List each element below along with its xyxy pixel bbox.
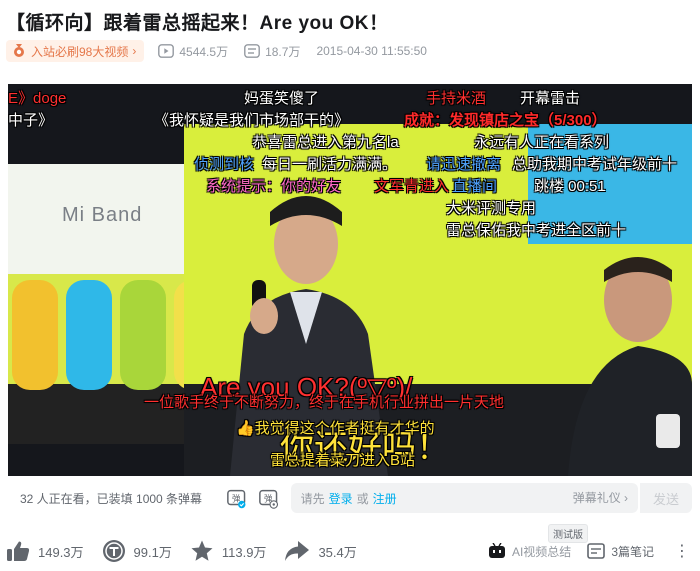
danmaku-input[interactable]: 请先 登录 或 注册 弹幕礼仪 › [290,483,639,513]
danmaku-etiquette-link[interactable]: 弹幕礼仪 › [573,483,628,513]
video-title: 【循环向】跟着雷总摇起来！Are you OK！ [6,13,389,34]
danmaku-comment: 一位歌手终于不断努力，终于在手机行业拼出一片天地 [144,394,505,411]
danmaku-comment: 文军青进入 [374,178,450,195]
danmaku-comment: 总助我期中考试年级前十 [512,156,678,173]
danmaku-comment: 每日一刷活力满满。 [262,156,398,173]
publish-time: 2015-04-30 11:55:50 [316,44,427,58]
notes-icon [587,543,606,559]
play-count-icon [158,44,175,58]
danmaku-icon [244,44,260,58]
danmaku-comment: 中子》 [8,112,54,129]
danmaku-comment: 《我怀疑是我们市场部干的》 [154,112,350,129]
publish-time-value: 2015-04-30 11:55:50 [316,44,427,58]
coin-count: 99.1万 [133,544,172,560]
danmaku-count: 18.7万 [244,43,300,60]
danmaku-comment: 雷总保佑我中考进全区前十 [446,222,627,239]
favorite-button[interactable]: 113.9万 [190,539,267,563]
thumbs-up-icon [7,541,30,561]
danmaku-count-value: 18.7万 [265,44,301,59]
danmaku-comment: 雷总提着菜刀进入B站 [270,452,416,469]
danmaku-comment: 成就：发现镇店之宝（5/300） [404,112,607,129]
share-arrow-icon [285,541,310,561]
danmaku-comment: 妈蛋笑傻了 [244,90,320,107]
danmaku-comment: 手持米酒 [426,90,487,107]
danmaku-comment: 恭喜雷总进入第九名la [252,134,399,151]
product-label: Mi Band [62,204,143,226]
medal-icon [14,44,24,57]
rank-badge-label: 入站必刷98大视频 [31,44,129,59]
danmaku-comment: 侦测到核 [194,156,255,173]
star-icon [191,540,213,561]
like-count: 149.3万 [38,544,84,560]
ai-summary-button[interactable]: AI视频总结 [488,543,571,560]
ai-summary-label: AI视频总结 [511,544,572,559]
or-text: 或 [356,491,369,506]
ai-robot-icon [488,543,505,558]
danmaku-comment: 请迅速撤离 [426,156,502,173]
viewer-status: 32 人正在看，已装填 1000 条弹幕 [20,491,203,506]
danmaku-comment: E》doge [8,90,67,107]
more-options-icon[interactable]: ⋮ [670,541,694,561]
like-button[interactable]: 149.3万 [6,540,84,562]
notes-button[interactable]: 3篇笔记 [587,543,654,560]
send-button[interactable]: 发送 [640,483,692,513]
share-button[interactable]: 35.4万 [284,540,357,562]
login-link[interactable]: 登录 [329,490,353,507]
coin-button[interactable]: 99.1万 [102,539,172,563]
danmaku-comment: 大米评测专用 [446,200,537,217]
view-count-value: 4544.5万 [179,44,229,59]
danmaku-comment: 直播间 [452,178,498,195]
danmaku-bar: 32 人正在看，已装填 1000 条弹幕 弹 弹 请先 登录 或 注册 弹幕礼仪… [8,476,692,520]
favorite-count: 113.9万 [221,544,267,560]
notes-label: 3篇笔记 [611,544,654,559]
danmaku-settings-icon[interactable]: 弹 [258,487,279,509]
coin-icon [102,540,125,562]
register-link[interactable]: 注册 [373,490,397,507]
danmaku-comment: 系统提示：你的好友 [206,178,342,195]
chevron-right-icon: › [132,44,137,58]
danmaku-comment: 👍我觉得这个作者挺有才华的 [236,420,435,437]
danmaku-toggle-icon[interactable]: 弹 [226,487,246,509]
login-prompt: 请先 [300,491,325,506]
danmaku-comment: 永远有人正在看系列 [474,134,610,151]
video-meta: 入站必刷98大视频 › 4544.5万 18.7万 2015-04-30 11:… [6,40,443,62]
view-count: 4544.5万 [158,43,228,60]
video-player[interactable]: Mi Band E》doge 妈蛋笑傻了 手持米酒 开幕雷击 中子》 《我怀疑是… [8,84,692,476]
toolbar-right: AI视频总结 3篇笔记 ⋮ [488,536,694,566]
action-toolbar: 149.3万 99.1万 113.9万 35.4万 AI视频总结 3篇笔记 ⋮ [6,536,694,566]
danmaku-comment: 跳楼 00:51 [534,178,606,195]
rank-badge[interactable]: 入站必刷98大视频 › [6,40,145,62]
danmaku-comment: 开幕雷击 [520,90,581,107]
share-count: 35.4万 [318,544,357,560]
